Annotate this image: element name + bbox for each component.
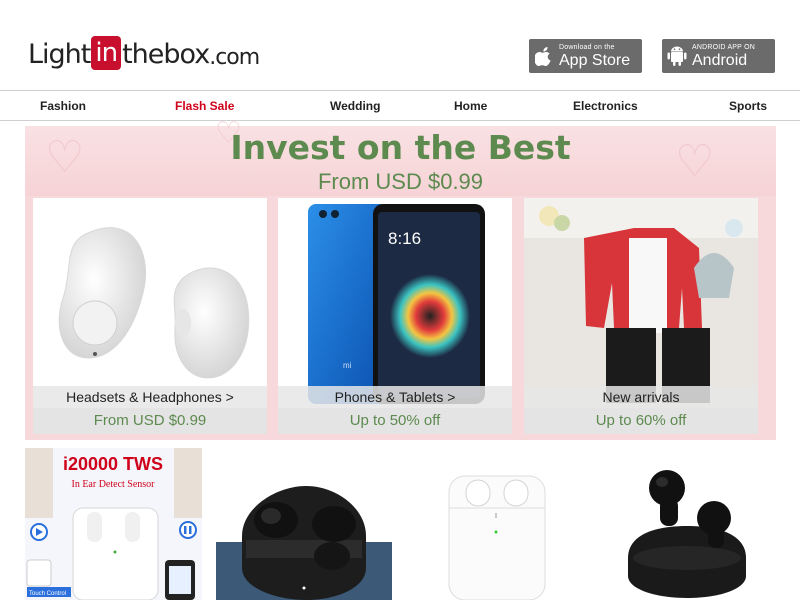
phone-clock-text: 8:16 <box>388 229 421 248</box>
android-app-button[interactable]: ANDROID APP ON Android <box>662 39 775 73</box>
nav-item-flash-sale[interactable]: Flash Sale <box>175 99 234 113</box>
product-tile-white-earbuds[interactable] <box>432 448 562 601</box>
apple-icon <box>529 46 559 66</box>
product-tile-black-earbuds[interactable] <box>216 448 392 600</box>
nav-item-wedding[interactable]: Wedding <box>330 99 380 113</box>
logo-text-in: in <box>91 36 122 70</box>
category-price: Up to 50% off <box>278 408 512 434</box>
category-card-new-arrivals[interactable]: New arrivals Up to 60% off <box>524 198 758 434</box>
logo-text-light: Light <box>28 39 91 70</box>
nav-item-home[interactable]: Home <box>454 99 487 113</box>
category-label[interactable]: New arrivals <box>524 386 758 408</box>
phone-image: mi 8:16 <box>278 198 512 408</box>
logo-text-com: .com <box>209 45 260 70</box>
product-touch-label: Touch Control <box>29 591 66 597</box>
banner-title: Invest on the Best <box>230 128 571 167</box>
main-nav: Fashion Flash Sale Wedding Home Electron… <box>0 90 800 121</box>
android-small-text: ANDROID APP ON <box>692 43 755 51</box>
app-store-big-text: App Store <box>559 51 631 69</box>
product-image: i20000 TWS In Ear Detect Sensor Touch Co… <box>25 448 202 601</box>
nav-item-fashion[interactable]: Fashion <box>40 99 86 113</box>
app-store-button[interactable]: Download on the App Store <box>529 39 642 73</box>
category-card-headsets[interactable]: Headsets & Headphones > From USD $0.99 <box>33 198 267 434</box>
app-store-small-text: Download on the <box>559 43 615 51</box>
category-label[interactable]: Headsets & Headphones > <box>33 386 267 408</box>
android-big-text: Android <box>692 51 748 69</box>
banner-header: ♡ ♡ ♡ Invest on the Best From USD $0.99 <box>25 117 776 196</box>
category-price: Up to 60% off <box>524 408 758 434</box>
product-image <box>432 448 562 601</box>
product-tile-black-earbuds-2[interactable] <box>622 448 752 600</box>
phone-brand-text: mi <box>343 361 352 370</box>
category-label[interactable]: Phones & Tablets > <box>278 386 512 408</box>
logo-text-thebox: thebox <box>122 39 210 70</box>
product-subtitle: In Ear Detect Sensor <box>71 479 155 490</box>
site-logo[interactable]: Light in thebox .com <box>28 34 260 70</box>
product-image <box>216 448 392 600</box>
android-icon <box>662 45 692 67</box>
headset-image <box>33 198 267 408</box>
product-title: i20000 TWS <box>63 454 163 474</box>
product-image <box>622 448 752 600</box>
product-tile-i20000-tws[interactable]: i20000 TWS In Ear Detect Sensor Touch Co… <box>25 448 202 601</box>
promo-banner[interactable]: ♡ ♡ ♡ Invest on the Best From USD $0.99 … <box>25 117 776 440</box>
site-header: Light in thebox .com Download on the App St… <box>0 0 800 90</box>
nav-item-sports[interactable]: Sports <box>729 99 767 113</box>
category-card-phones[interactable]: mi 8:16 Phones & Tablets > Up to 50% off <box>278 198 512 434</box>
nav-item-electronics[interactable]: Electronics <box>573 99 638 113</box>
banner-subtitle: From USD $0.99 <box>317 169 484 194</box>
kids-clothing-image <box>524 198 758 408</box>
category-price: From USD $0.99 <box>33 408 267 434</box>
